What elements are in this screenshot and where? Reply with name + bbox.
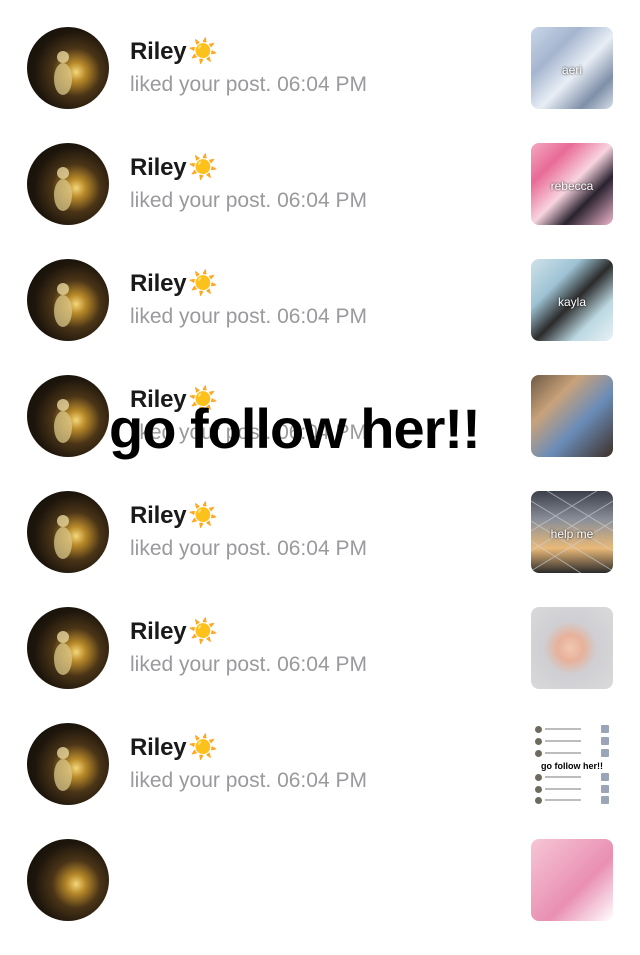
activity-text: liked your post. 06:04 PM: [130, 653, 367, 676]
post-thumbnail[interactable]: aeri: [531, 27, 613, 109]
sun-emoji-icon: ☀️: [188, 38, 219, 65]
notification-row[interactable]: Riley☀️ liked your post. 06:04 PM go fol…: [0, 723, 640, 839]
activity-text: liked your post. 06:04 PM: [130, 769, 367, 792]
post-thumbnail[interactable]: [531, 375, 613, 457]
post-thumbnail[interactable]: [531, 839, 613, 921]
post-thumbnail[interactable]: [531, 607, 613, 689]
mini-row: [535, 773, 609, 782]
activity-text: liked your post. 06:04 PM: [130, 189, 367, 212]
user-name[interactable]: Riley☀️: [130, 733, 218, 762]
sun-emoji-icon: ☀️: [188, 502, 219, 529]
notification-row[interactable]: Riley☀️ liked your post. 06:04 PM: [0, 607, 640, 723]
overlay-caption: go follow her!!: [109, 397, 481, 460]
avatar[interactable]: [27, 491, 109, 573]
mini-row: [535, 785, 609, 794]
notification-row-partial[interactable]: [0, 839, 640, 955]
activity-text: liked your post. 06:04 PM: [130, 305, 367, 328]
avatar[interactable]: [27, 607, 109, 689]
avatar[interactable]: [27, 839, 109, 921]
activity-text: liked your post. 06:04 PM: [130, 73, 367, 96]
user-name[interactable]: Riley☀️: [130, 617, 218, 646]
avatar[interactable]: [27, 259, 109, 341]
thumbnail-caption: rebecca: [550, 179, 594, 193]
notification-row[interactable]: Riley☀️ liked your post. 06:04 PM kayla: [0, 259, 640, 375]
notification-row[interactable]: Riley☀️ liked your post. 06:04 PM aeri: [0, 27, 640, 143]
avatar[interactable]: [27, 27, 109, 109]
avatar[interactable]: [27, 375, 109, 457]
user-name[interactable]: Riley☀️: [130, 37, 218, 66]
notification-row[interactable]: Riley☀️ liked your post. 06:04 PM rebecc…: [0, 143, 640, 259]
avatar[interactable]: [27, 143, 109, 225]
user-name[interactable]: Riley☀️: [130, 501, 218, 530]
post-thumbnail[interactable]: rebecca: [531, 143, 613, 225]
thumbnail-caption: aeri: [561, 63, 582, 77]
thumbnail-caption: kayla: [557, 295, 586, 309]
sun-emoji-icon: ☀️: [188, 154, 219, 181]
activity-text: liked your post. 06:04 PM: [130, 537, 367, 560]
user-name[interactable]: Riley☀️: [130, 269, 218, 298]
mini-row: [535, 737, 609, 746]
post-thumbnail[interactable]: help me: [531, 491, 613, 573]
mini-row: [535, 796, 609, 805]
notification-row[interactable]: Riley☀️ liked your post. 06:04 PM help m…: [0, 491, 640, 607]
sun-emoji-icon: ☀️: [188, 734, 219, 761]
post-thumbnail[interactable]: kayla: [531, 259, 613, 341]
post-thumbnail[interactable]: go follow her!!: [531, 723, 613, 805]
thumbnail-caption: help me: [550, 527, 594, 541]
mini-row: [535, 725, 609, 734]
thumbnail-caption: go follow her!!: [541, 761, 603, 771]
user-name[interactable]: Riley☀️: [130, 153, 218, 182]
sun-emoji-icon: ☀️: [188, 270, 219, 297]
sun-emoji-icon: ☀️: [188, 618, 219, 645]
avatar[interactable]: [27, 723, 109, 805]
mini-row: [535, 749, 609, 758]
